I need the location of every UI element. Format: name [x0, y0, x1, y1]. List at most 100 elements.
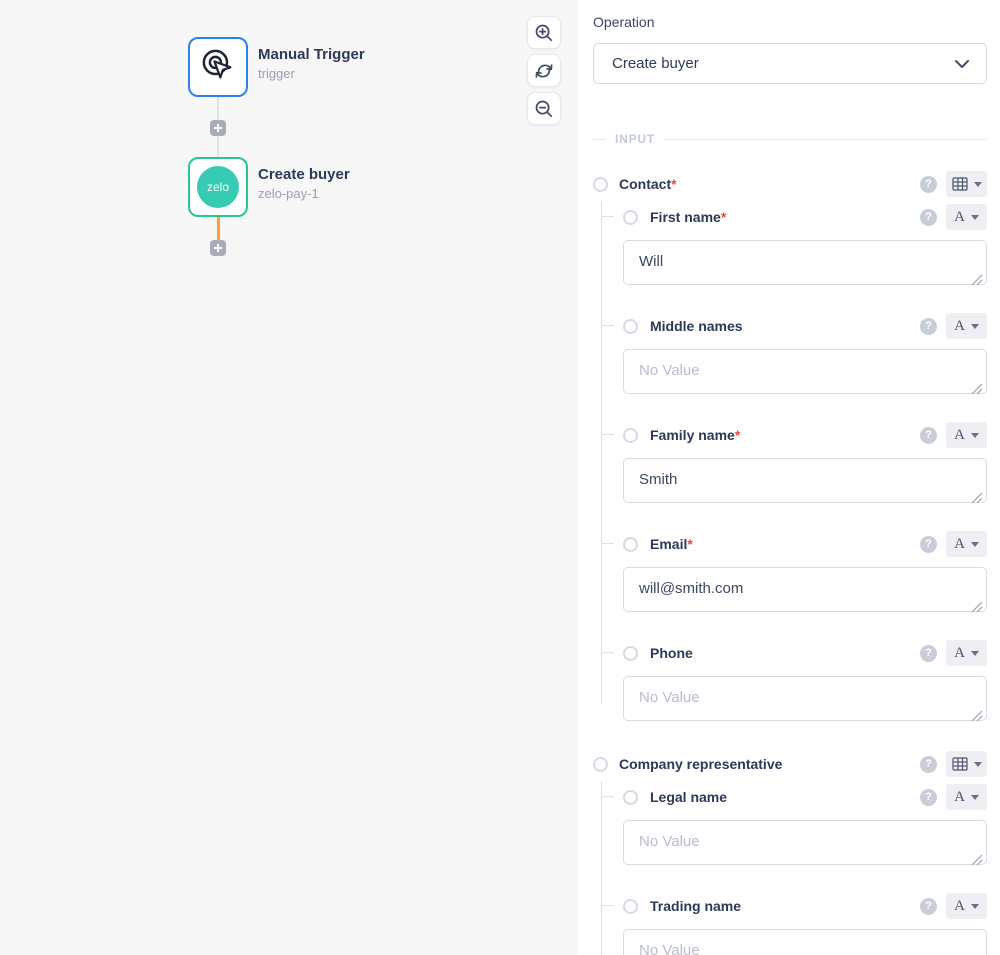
zoom-out-icon [534, 99, 554, 119]
form-field: Phone ? A [623, 642, 987, 726]
help-icon[interactable]: ? [920, 176, 937, 193]
field-label: First name [650, 209, 721, 225]
input-section-label: INPUT [615, 132, 655, 146]
caret-down-icon [971, 542, 979, 547]
help-icon[interactable]: ? [920, 536, 937, 553]
field-input[interactable] [623, 929, 987, 955]
field-input[interactable] [623, 349, 987, 394]
mapping-toggle[interactable] [623, 210, 638, 225]
caret-down-icon [971, 795, 979, 800]
form-section: Company representative ? Legal name ? A [593, 751, 987, 955]
help-icon[interactable]: ? [920, 209, 937, 226]
section-type-picker[interactable] [946, 751, 987, 777]
canvas-controls [527, 16, 561, 130]
form-field: Middle names ? A [623, 315, 987, 399]
field-label: Family name [650, 427, 735, 443]
field-type-picker[interactable]: A [946, 204, 987, 230]
section-type-picker[interactable] [946, 171, 987, 197]
zoom-in-icon [534, 23, 554, 43]
required-asterisk: * [687, 536, 692, 552]
field-type-picker[interactable]: A [946, 784, 987, 810]
operation-select[interactable]: Create buyer [593, 43, 987, 84]
text-type-icon: A [954, 537, 965, 552]
resize-handle-icon[interactable] [971, 383, 983, 395]
section-label: Contact [619, 176, 671, 192]
field-input[interactable] [623, 567, 987, 612]
workflow-builder: Manual Trigger trigger zelo Create buyer… [0, 0, 1000, 955]
workflow-canvas[interactable]: Manual Trigger trigger zelo Create buyer… [0, 0, 578, 955]
help-icon[interactable]: ? [920, 318, 937, 335]
table-icon [952, 177, 968, 191]
text-type-icon: A [954, 790, 965, 805]
mapping-toggle[interactable] [623, 537, 638, 552]
caret-down-icon [974, 762, 982, 767]
field-type-picker[interactable]: A [946, 313, 987, 339]
field-type-picker[interactable]: A [946, 422, 987, 448]
field-header: Legal name ? A [623, 786, 987, 808]
resize-handle-icon[interactable] [971, 492, 983, 504]
help-icon[interactable]: ? [920, 789, 937, 806]
field-label: Legal name [650, 789, 727, 805]
node-create-buyer[interactable]: zelo [188, 157, 248, 217]
field-input[interactable] [623, 676, 987, 721]
field-header: First name* ? A [623, 206, 987, 228]
node-manual-trigger[interactable] [188, 37, 248, 97]
field-header: Middle names ? A [623, 315, 987, 337]
text-type-icon: A [954, 319, 965, 334]
resize-handle-icon[interactable] [971, 710, 983, 722]
operation-label: Operation [593, 14, 987, 30]
add-step-button[interactable] [210, 240, 226, 256]
add-step-button[interactable] [210, 120, 226, 136]
field-input[interactable] [623, 240, 987, 285]
zoom-in-button[interactable] [527, 16, 561, 49]
mapping-toggle[interactable] [623, 899, 638, 914]
zoom-out-button[interactable] [527, 92, 561, 125]
refresh-icon [534, 61, 554, 81]
table-icon [952, 757, 968, 771]
field-header: Family name* ? A [623, 424, 987, 446]
form-field: Trading name ? A [623, 895, 987, 955]
mapping-toggle[interactable] [623, 319, 638, 334]
field-type-picker[interactable]: A [946, 640, 987, 666]
section-header: Company representative ? [593, 751, 987, 777]
field-type-picker[interactable]: A [946, 893, 987, 919]
field-label: Trading name [650, 898, 741, 914]
help-icon[interactable]: ? [920, 898, 937, 915]
field-label: Email [650, 536, 687, 552]
node-title: Manual Trigger [258, 46, 365, 63]
caret-down-icon [971, 215, 979, 220]
mapping-toggle[interactable] [593, 757, 608, 772]
help-icon[interactable]: ? [920, 756, 937, 773]
field-type-picker[interactable]: A [946, 531, 987, 557]
refresh-button[interactable] [527, 54, 561, 87]
required-asterisk: * [671, 176, 676, 192]
caret-down-icon [971, 651, 979, 656]
mapping-toggle[interactable] [623, 428, 638, 443]
mapping-toggle[interactable] [623, 790, 638, 805]
field-label: Phone [650, 645, 693, 661]
node-subtitle: zelo-pay-1 [258, 186, 350, 201]
manual-trigger-click-icon [200, 47, 236, 88]
input-sections: Contact* ? First name* ? A [593, 171, 987, 955]
mapping-toggle[interactable] [593, 177, 608, 192]
help-icon[interactable]: ? [920, 427, 937, 444]
resize-handle-icon[interactable] [971, 274, 983, 286]
resize-handle-icon[interactable] [971, 854, 983, 866]
field-input[interactable] [623, 820, 987, 865]
input-section-divider: INPUT [593, 131, 987, 147]
node-label-manual-trigger: Manual Trigger trigger [258, 46, 365, 81]
text-type-icon: A [954, 646, 965, 661]
field-header: Email* ? A [623, 533, 987, 555]
step-config-panel: Operation Create buyer INPUT Contact* ? [578, 0, 1000, 955]
help-icon[interactable]: ? [920, 645, 937, 662]
caret-down-icon [971, 433, 979, 438]
form-field: Email* ? A [623, 533, 987, 617]
caret-down-icon [971, 324, 979, 329]
section-fields: First name* ? A Middle names ? A [593, 206, 987, 726]
field-input[interactable] [623, 458, 987, 503]
node-subtitle: trigger [258, 66, 365, 81]
resize-handle-icon[interactable] [971, 601, 983, 613]
mapping-toggle[interactable] [623, 646, 638, 661]
text-type-icon: A [954, 899, 965, 914]
form-field: Legal name ? A [623, 786, 987, 870]
